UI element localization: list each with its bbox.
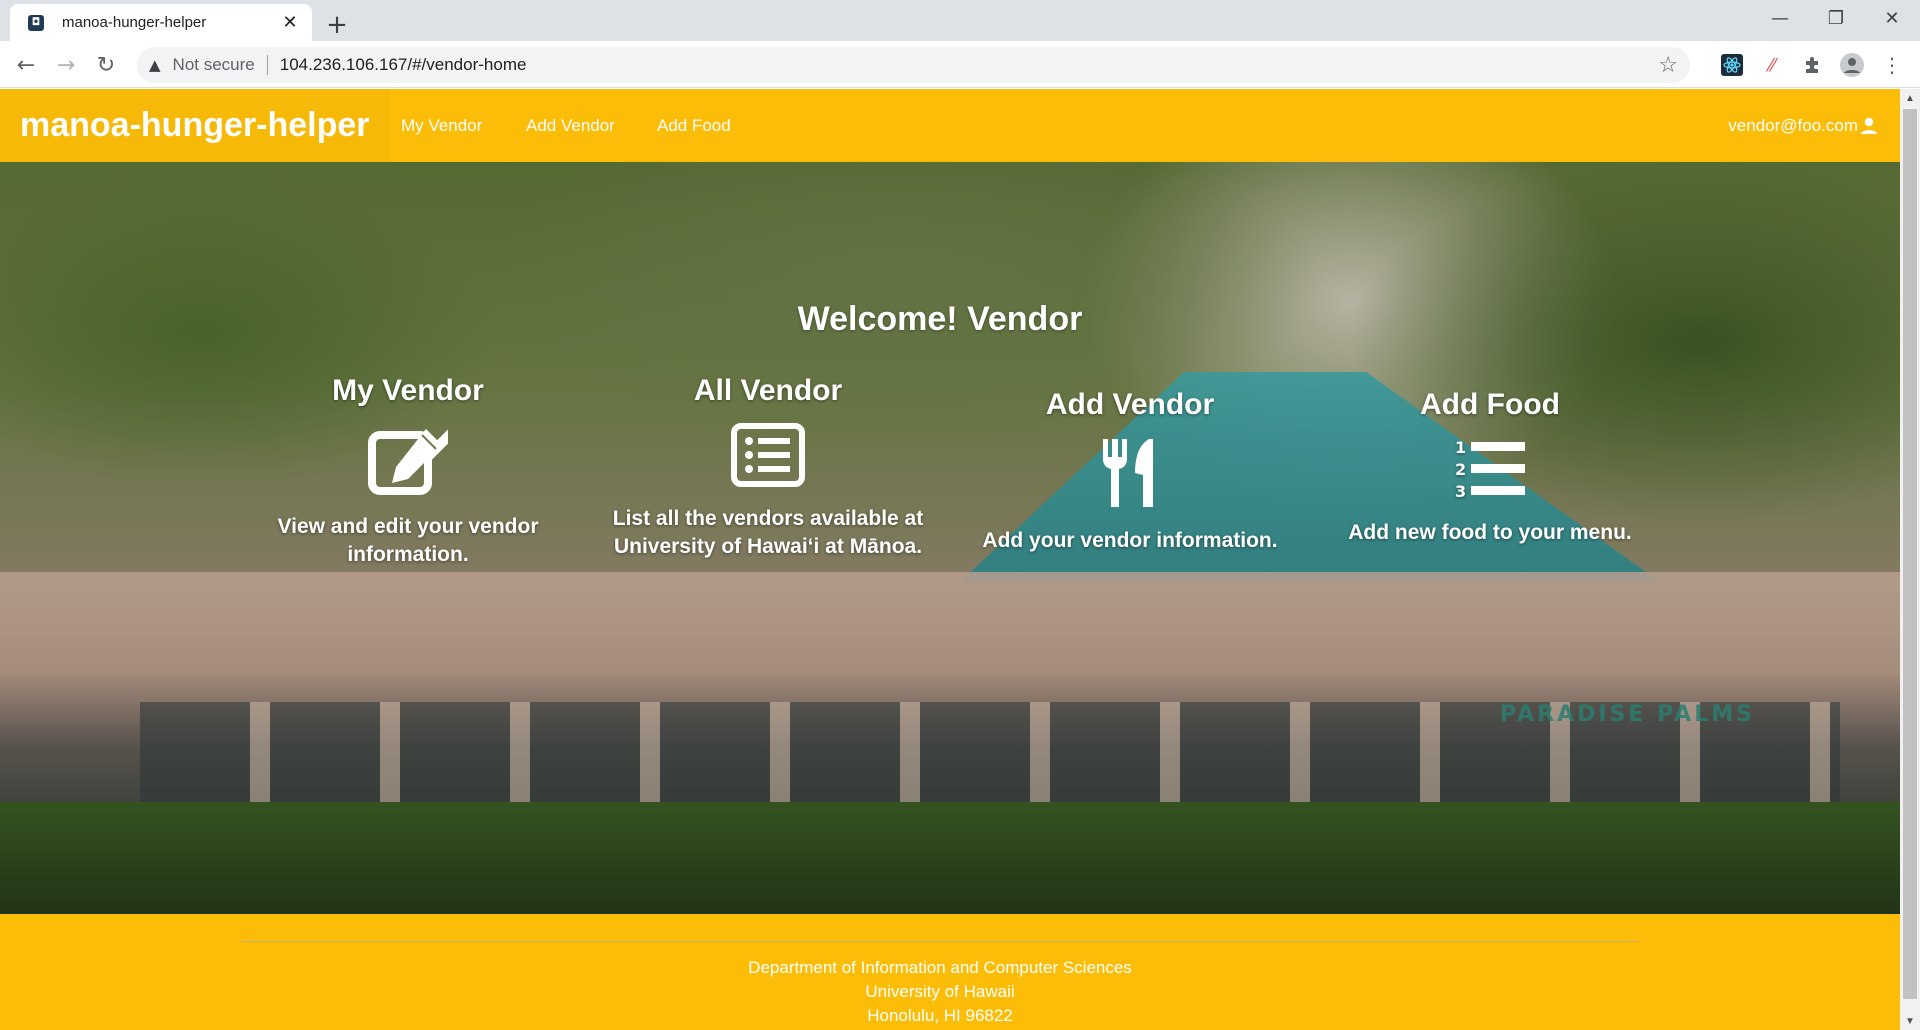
scroll-up-icon[interactable]: ▲ — [1900, 89, 1920, 107]
nav-my-vendor[interactable]: My Vendor — [401, 89, 482, 162]
svg-text:3: 3 — [1455, 482, 1466, 501]
footer-divider — [242, 941, 1638, 942]
card-title: Add Food — [1420, 388, 1560, 421]
card-add-vendor[interactable]: Add Vendor Add your vendor information. — [960, 387, 1300, 555]
card-my-vendor[interactable]: My Vendor View and edit your vendor info… — [238, 373, 578, 569]
card-title: All Vendor — [693, 374, 843, 407]
reload-icon[interactable]: ↻ — [90, 49, 122, 81]
scroll-thumb[interactable] — [1903, 109, 1917, 999]
extensions-puzzle-icon[interactable] — [1798, 51, 1826, 79]
react-devtools-icon[interactable] — [1718, 51, 1746, 79]
edit-icon[interactable] — [368, 423, 448, 495]
profile-avatar-icon[interactable] — [1838, 51, 1866, 79]
security-label[interactable]: Not secure — [173, 55, 255, 75]
omnibox-divider — [266, 55, 268, 75]
tab-title: manoa-hunger-helper — [62, 14, 207, 31]
utensils-icon[interactable] — [1099, 437, 1161, 509]
user-menu[interactable]: vendor@foo.com — [1728, 89, 1878, 162]
card-description: Add new food to your menu. — [1348, 521, 1632, 544]
footer-line-city: Honolulu, HI 96822 — [867, 1006, 1013, 1025]
page-scrollbar[interactable]: ▲ ▼ — [1900, 89, 1920, 1030]
card-title: Add Vendor — [1045, 388, 1215, 421]
card-description: List all the vendors available at Univer… — [612, 507, 924, 558]
extension-icon[interactable]: ⁄⁄ — [1758, 51, 1786, 79]
card-add-food[interactable]: Add Food 1 2 3 Add new food to your menu… — [1320, 387, 1660, 547]
site-brand[interactable]: manoa-hunger-helper — [0, 89, 389, 162]
card-description: View and edit your vendor information. — [277, 515, 539, 566]
url-text[interactable]: 104.236.106.167/#/vendor-home — [280, 55, 527, 75]
user-email: vendor@foo.com — [1728, 115, 1858, 135]
footer-line-department: Department of Information and Computer S… — [748, 958, 1132, 977]
minimize-icon[interactable]: — — [1752, 0, 1808, 36]
bookmark-star-icon[interactable]: ☆ — [1658, 53, 1678, 78]
site-footer: Department of Information and Computer S… — [0, 914, 1900, 1030]
browser-toolbar: ← → ↻ ▲ Not secure 104.236.106.167/#/ven… — [0, 41, 1920, 88]
favicon-icon: ◘ — [28, 14, 44, 31]
svg-text:2: 2 — [1455, 460, 1466, 479]
numbered-list-icon[interactable]: 1 2 3 — [1453, 437, 1527, 501]
welcome-heading: Welcome! Vendor — [797, 300, 1083, 338]
close-tab-icon[interactable]: ✕ — [278, 11, 302, 35]
nav-add-food[interactable]: Add Food — [657, 89, 731, 162]
footer-line-university: University of Hawaii — [865, 982, 1015, 1001]
nav-add-vendor[interactable]: Add Vendor — [526, 89, 615, 162]
close-window-icon[interactable]: ✕ — [1864, 0, 1920, 36]
browser-tabstrip: ◘ manoa-hunger-helper ✕ + — ❐ ✕ — [0, 0, 1920, 41]
user-icon — [1861, 117, 1877, 134]
list-alt-icon[interactable] — [731, 423, 805, 487]
restore-icon[interactable]: ❐ — [1808, 0, 1864, 36]
scroll-down-icon[interactable]: ▼ — [1900, 1012, 1920, 1030]
footer-address: Department of Information and Computer S… — [0, 956, 1880, 1028]
card-title: My Vendor — [332, 374, 484, 407]
hero-section: PARADISE PALMS Welcome! Vendor My Vendor… — [0, 162, 1900, 914]
card-all-vendor[interactable]: All Vendor List all the vendors availabl… — [598, 373, 938, 561]
card-description: Add your vendor information. — [982, 529, 1278, 552]
browser-tab[interactable]: ◘ manoa-hunger-helper ✕ — [10, 4, 312, 41]
warning-icon[interactable]: ▲ — [149, 56, 161, 74]
back-icon[interactable]: ← — [10, 49, 42, 81]
forward-icon[interactable]: → — [50, 49, 82, 81]
address-bar[interactable]: ▲ Not secure 104.236.106.167/#/vendor-ho… — [137, 47, 1690, 83]
web-page: manoa-hunger-helper My Vendor Add Vendor… — [0, 89, 1900, 1030]
menu-kebab-icon[interactable]: ⋮ — [1878, 51, 1906, 79]
new-tab-button[interactable]: + — [320, 8, 354, 42]
site-navbar: manoa-hunger-helper My Vendor Add Vendor… — [0, 89, 1900, 162]
svg-text:1: 1 — [1455, 438, 1466, 457]
window-controls: — ❐ ✕ — [1752, 0, 1920, 41]
